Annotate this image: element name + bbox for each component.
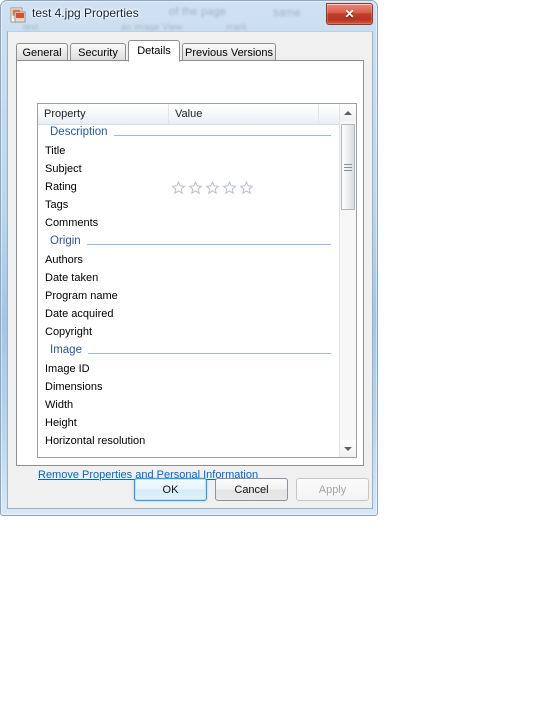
table-row[interactable]: Date acquired [38, 307, 341, 325]
property-name: Date acquired [45, 308, 114, 320]
property-name: Program name [45, 290, 118, 302]
property-name: Subject [45, 163, 82, 175]
close-button[interactable]: ✕ [326, 3, 373, 25]
property-name: Image ID [45, 363, 90, 375]
window-title: test 4.jpg Properties [32, 6, 139, 20]
group-label: Description [50, 126, 114, 138]
group-rule [50, 244, 331, 245]
table-row[interactable]: Comments [38, 216, 341, 234]
grip-icon [344, 163, 352, 171]
scrollbar-thumb[interactable] [341, 124, 355, 210]
table-row[interactable]: Authors [38, 253, 341, 271]
tab-security[interactable]: Security [70, 43, 126, 61]
column-header-value[interactable]: Value [169, 104, 319, 124]
property-name: Width [45, 399, 74, 411]
property-name: Copyright [45, 326, 93, 338]
scroll-down-button[interactable] [340, 440, 356, 457]
table-row[interactable]: Width [38, 398, 341, 416]
column-header-property[interactable]: Property [38, 104, 169, 124]
property-listview[interactable]: Property Value Description Title Subject… [37, 103, 357, 458]
star-icon-5[interactable] [239, 180, 254, 195]
table-row[interactable]: Horizontal resolution [38, 434, 341, 452]
tab-general[interactable]: General [16, 43, 68, 61]
star-icon-4[interactable] [222, 180, 237, 195]
details-tab-panel: Property Value Description Title Subject… [16, 60, 364, 481]
table-row[interactable]: Image ID [38, 362, 341, 380]
table-row[interactable]: Program name [38, 289, 341, 307]
property-name: Title [45, 145, 66, 157]
title-bar[interactable]: of the page same an image View mark test… [1, 1, 379, 32]
property-name: Height [45, 417, 77, 429]
table-row[interactable]: Height [38, 416, 341, 434]
properties-dialog-window: of the page same an image View mark test… [0, 0, 378, 516]
table-row[interactable]: Copyright [38, 325, 341, 343]
listview-header: Property Value [38, 104, 356, 125]
star-icon-3[interactable] [205, 180, 220, 195]
button-bar: OK Cancel Apply [8, 470, 374, 510]
group-header-description: Description [38, 125, 341, 144]
listview-rows: Description Title Subject Rating Tags Co… [38, 125, 341, 457]
group-rule [50, 353, 331, 354]
ok-button[interactable]: OK [134, 478, 207, 501]
group-header-origin: Origin [38, 234, 341, 253]
property-name: Authors [45, 254, 83, 266]
chevron-up-icon [344, 110, 352, 115]
group-label: Origin [50, 235, 87, 247]
scroll-up-button[interactable] [340, 104, 356, 121]
cancel-button[interactable]: Cancel [215, 478, 288, 501]
apply-button: Apply [296, 478, 369, 501]
table-row[interactable]: Title [38, 144, 341, 162]
star-icon-1[interactable] [171, 180, 186, 195]
vertical-scrollbar[interactable] [339, 104, 356, 457]
tab-previous-versions[interactable]: Previous Versions [182, 43, 276, 61]
tab-details[interactable]: Details [128, 40, 180, 62]
table-row[interactable]: Dimensions [38, 380, 341, 398]
group-label: Image [50, 344, 88, 356]
star-rating-widget[interactable] [171, 180, 254, 195]
group-header-image: Image [38, 343, 341, 362]
property-name: Dimensions [45, 381, 103, 393]
table-row[interactable]: Tags [38, 198, 341, 216]
property-name: Rating [45, 181, 77, 193]
chevron-down-icon [344, 446, 352, 451]
close-icon: ✕ [344, 7, 355, 21]
star-icon-2[interactable] [188, 180, 203, 195]
table-row[interactable]: Date taken [38, 271, 341, 289]
property-name: Horizontal resolution [45, 435, 146, 447]
property-name: Date taken [45, 272, 99, 284]
property-name: Comments [45, 217, 99, 229]
table-row[interactable]: Rating [38, 180, 341, 198]
ghost-text-a: of the page [169, 6, 227, 18]
dialog-body: General Security Details Previous Versio… [7, 31, 373, 509]
ghost-text-b: same [273, 7, 301, 19]
table-row[interactable]: Subject [38, 162, 341, 180]
jpg-file-icon [10, 7, 26, 23]
property-name: Tags [45, 199, 69, 211]
tab-strip: General Security Details Previous Versio… [16, 40, 364, 62]
